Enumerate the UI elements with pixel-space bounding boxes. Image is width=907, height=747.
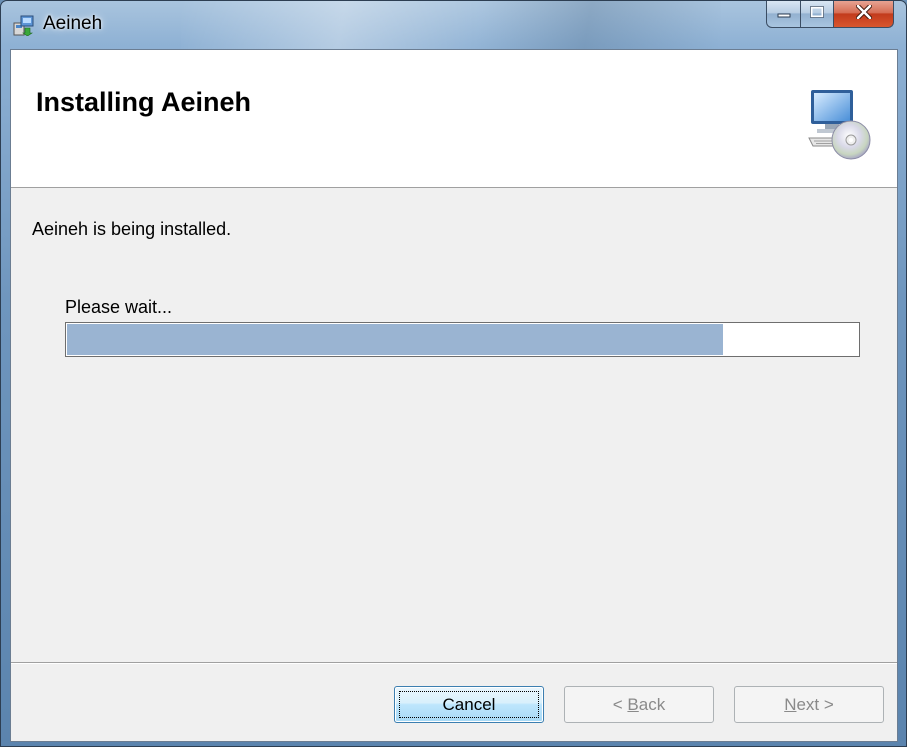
footer-divider — [11, 662, 897, 664]
next-button[interactable]: Next > — [734, 686, 884, 723]
next-button-mnemonic: N — [784, 694, 797, 714]
back-button-prefix: < — [612, 694, 628, 714]
installer-app-icon[interactable] — [13, 14, 35, 37]
maximize-button[interactable] — [801, 1, 834, 28]
back-button-rest: ack — [638, 694, 666, 714]
close-icon — [855, 3, 872, 24]
computer-cd-icon — [805, 86, 871, 166]
installer-window: Aeineh Installing Aeineh Aeineh is being… — [0, 0, 907, 747]
install-progress-bar — [65, 322, 860, 357]
window-title: Aeineh — [43, 13, 103, 34]
title-bar[interactable]: Aeineh — [1, 1, 906, 49]
cancel-button[interactable]: Cancel — [394, 686, 544, 723]
back-button-mnemonic: B — [627, 694, 639, 714]
caption-buttons — [766, 1, 894, 28]
progress-fill — [67, 324, 724, 355]
close-button[interactable] — [834, 1, 894, 28]
header-banner: Installing Aeineh — [11, 50, 897, 188]
back-button[interactable]: < Back — [564, 686, 714, 723]
status-message: Aeineh is being installed. — [32, 219, 232, 239]
dialog-client-area: Installing Aeineh Aeineh is being instal… — [10, 49, 898, 742]
focus-rectangle — [399, 691, 539, 718]
minimize-icon — [777, 5, 791, 23]
maximize-icon — [810, 5, 824, 23]
next-button-rest: ext > — [796, 694, 834, 714]
progress-label: Please wait... — [65, 297, 173, 317]
banner-title: Installing Aeineh — [36, 87, 252, 117]
minimize-button[interactable] — [766, 1, 801, 28]
